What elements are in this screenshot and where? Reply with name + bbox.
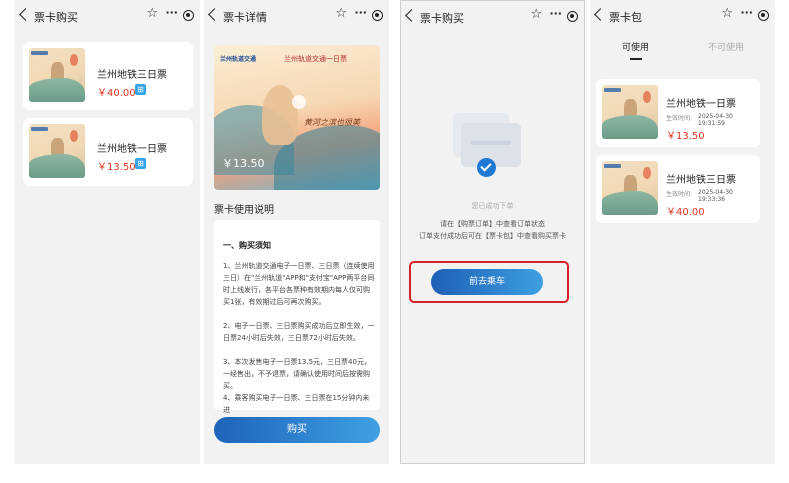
order-info-line: 订单支付成功后可在【票卡包】中查看购买票卡 <box>419 232 566 240</box>
ticket-price: ￥13.50 <box>97 162 136 173</box>
nav-bar: 票卡详情 ☆ ··· <box>204 0 389 34</box>
notice-paragraph: 4、乘客购买电子一日票、三日票在15分钟内未进 <box>223 394 370 414</box>
section-title: 票卡使用说明 <box>214 205 274 216</box>
order-info-line: 请在【购票订单】中查看订单状态 <box>440 220 545 228</box>
more-icon[interactable]: ··· <box>165 6 178 19</box>
record-icon[interactable] <box>372 10 383 21</box>
page-title: 票卡包 <box>609 11 642 24</box>
record-icon[interactable] <box>758 10 769 21</box>
star-icon[interactable]: ☆ <box>146 7 158 21</box>
ticket-thumbnail <box>602 161 658 215</box>
screen-ticket-wallet: 票卡包 ☆ ··· 可使用 不可使用 兰州地铁一日票 生效时间: 2025-04… <box>590 0 775 464</box>
star-icon[interactable]: ☆ <box>530 8 542 22</box>
ticket-thumbnail <box>29 48 85 102</box>
wallet-tabs: 可使用 不可使用 <box>590 40 775 64</box>
banner-logo: 兰州轨道交通 <box>220 56 257 63</box>
nav-bar: 票卡包 ☆ ··· <box>590 0 775 34</box>
cart-icon[interactable]: ⊞ <box>135 158 146 169</box>
wallet-card-three-day[interactable]: 兰州地铁三日票 生效时间: 2025-04-30 19:33:36 ￥40.00 <box>596 155 760 223</box>
ticket-item-one-day[interactable]: 兰州地铁一日票 ￥13.50 ⊞ <box>23 118 193 186</box>
back-icon[interactable] <box>208 8 221 21</box>
effective-time: 2025-04-30 19:31:59 <box>698 113 733 127</box>
check-icon <box>477 158 496 177</box>
banner-price: ￥13.50 <box>222 157 265 170</box>
ticket-price: ￥13.50 <box>666 131 705 142</box>
notice-paragraph: 3、本次发售电子一日票13.5元，三日票40元，一经售出，不予退票，请确认使用时… <box>223 358 371 390</box>
go-ride-button[interactable]: 前去乘车 <box>431 269 543 295</box>
cart-icon[interactable]: ⊞ <box>135 84 146 95</box>
record-icon[interactable] <box>183 10 194 21</box>
effective-time-label: 生效时间: <box>666 115 693 122</box>
screen-ticket-detail: 票卡详情 ☆ ··· 兰州轨道交通 兰州轨道交通一日票 黄河之滨也很美 ￥13.… <box>204 0 389 464</box>
star-icon[interactable]: ☆ <box>721 7 733 21</box>
nav-bar: 票卡购买 ☆ ··· <box>401 1 584 35</box>
notice-paragraph: 1、兰州轨道交通电子一日票、三日票（连续使用三日）在"兰州轨道"APP和"支付宝… <box>223 262 375 306</box>
record-icon[interactable] <box>567 11 578 22</box>
screen-order-success: 票卡购买 ☆ ··· 您已成功下单 请在【购票订单】中查看订单状态 订单支付成功… <box>400 0 585 464</box>
page-title: 票卡购买 <box>420 12 464 25</box>
tab-unusable[interactable]: 不可使用 <box>708 40 744 53</box>
back-icon[interactable] <box>405 9 418 22</box>
wallet-card-one-day[interactable]: 兰州地铁一日票 生效时间: 2025-04-30 19:31:59 ￥13.50 <box>596 79 760 147</box>
ticket-banner: 兰州轨道交通 兰州轨道交通一日票 黄河之滨也很美 ￥13.50 <box>214 45 380 190</box>
ticket-price: ￥40.00 <box>97 88 136 99</box>
ticket-item-three-day[interactable]: 兰州地铁三日票 ￥40.00 ⊞ <box>23 42 193 110</box>
back-icon[interactable] <box>594 8 607 21</box>
nav-bar: 票卡购买 ☆ ··· <box>15 0 200 34</box>
more-icon[interactable]: ··· <box>549 7 562 20</box>
ticket-thumbnail <box>602 85 658 139</box>
back-icon[interactable] <box>19 8 32 21</box>
banner-poem: 黄河之滨也很美 <box>304 118 360 127</box>
page-title: 票卡详情 <box>223 11 267 24</box>
buy-button[interactable]: 购买 <box>214 417 380 443</box>
tab-usable[interactable]: 可使用 <box>622 40 649 53</box>
ticket-price: ￥40.00 <box>666 207 705 218</box>
star-icon[interactable]: ☆ <box>335 7 347 21</box>
notice-paragraph: 2、电子一日票、三日票购买成功后立即生效，一日票24小时后失效，三日票72小时后… <box>223 322 375 342</box>
banner-headline: 兰州轨道交通一日票 <box>284 55 347 63</box>
success-text: 您已成功下单 <box>471 202 514 210</box>
more-icon[interactable]: ··· <box>740 6 753 19</box>
ticket-name: 兰州地铁三日票 <box>97 70 167 81</box>
more-icon[interactable]: ··· <box>354 6 367 19</box>
ticket-name: 兰州地铁三日票 <box>666 175 736 186</box>
usage-notes: 一、购买须知 1、兰州轨道交通电子一日票、三日票（连续使用三日）在"兰州轨道"A… <box>214 220 380 414</box>
ticket-name: 兰州地铁一日票 <box>97 144 167 155</box>
effective-time: 2025-04-30 19:33:36 <box>698 189 733 203</box>
active-tab-indicator <box>630 58 642 60</box>
screen-ticket-purchase: 票卡购买 ☆ ··· 兰州地铁三日票 ￥40.00 ⊞ 兰州地铁一日票 ￥13.… <box>15 0 200 464</box>
effective-time-label: 生效时间: <box>666 191 693 198</box>
page-title: 票卡购买 <box>34 11 78 24</box>
notice-heading: 一、购买须知 <box>223 241 271 250</box>
ticket-thumbnail <box>29 124 85 178</box>
ticket-name: 兰州地铁一日票 <box>666 99 736 110</box>
